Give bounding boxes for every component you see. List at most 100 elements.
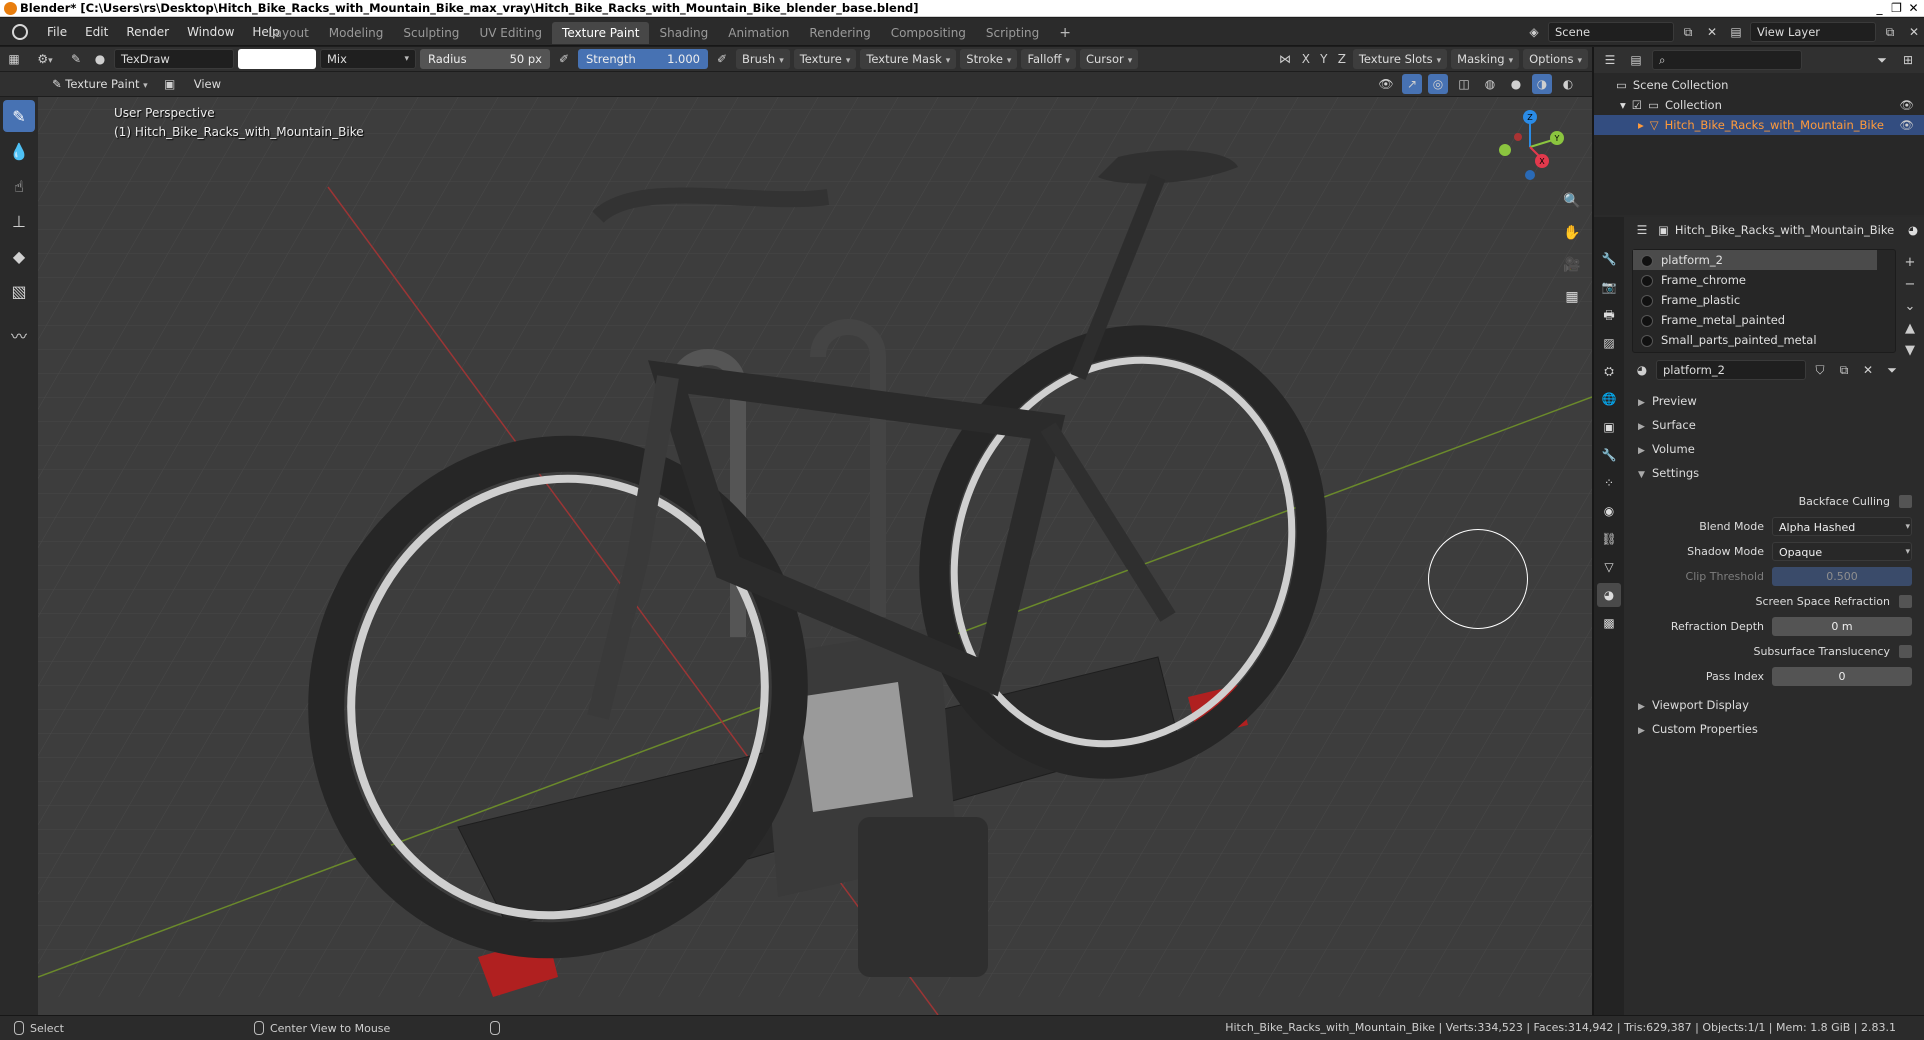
masking-menu[interactable]: Masking ▾ (1451, 49, 1520, 69)
tab-rendering[interactable]: Rendering (799, 22, 880, 44)
restore-button[interactable]: ❐ (1888, 0, 1905, 16)
filter-icon[interactable]: ⏷ (1872, 50, 1892, 70)
blend-mode-dropdown[interactable]: Mix ▾ (320, 49, 416, 69)
annotate-tool-icon[interactable]: 〰 (3, 319, 35, 351)
texture-tab-icon[interactable]: ▩ (1597, 611, 1621, 635)
tab-layout[interactable]: Layout (258, 22, 319, 44)
outliner-row-object[interactable]: ▸ ▽ Hitch_Bike_Racks_with_Mountain_Bike 👁 (1594, 115, 1924, 135)
object-tab-icon[interactable]: ▣ (1597, 415, 1621, 439)
tab-uv-editing[interactable]: UV Editing (469, 22, 552, 44)
xray-icon[interactable]: ◫ (1454, 74, 1474, 94)
outliner-row-scene-collection[interactable]: ▭ Scene Collection (1594, 75, 1924, 95)
blend-mode-select[interactable]: Alpha Hashed ▾ (1772, 517, 1912, 536)
navigation-gizmo[interactable]: Z Y X (1490, 107, 1570, 187)
brush-menu[interactable]: Brush ▾ (736, 49, 790, 69)
options-menu[interactable]: Options ▾ (1523, 49, 1588, 69)
slot-specials-icon[interactable]: ⌄ (1900, 297, 1920, 317)
brush-name-field[interactable]: TexDraw (114, 49, 234, 69)
cursor-menu[interactable]: Cursor ▾ (1079, 49, 1139, 69)
material-slot-row[interactable]: Frame_plastic (1633, 290, 1895, 310)
brush-icon[interactable]: ✎ (66, 49, 86, 69)
properties-editor-icon[interactable]: ☰ (1632, 220, 1652, 240)
panel-preview[interactable]: ▶ Preview (1626, 389, 1924, 413)
duplicate-material-icon[interactable]: ⧉ (1834, 360, 1854, 380)
mirror-icon[interactable]: ⋈ (1275, 49, 1295, 69)
brush-color-swatch[interactable] (238, 49, 316, 69)
menu-file[interactable]: File (38, 25, 76, 39)
tool-tab-icon[interactable]: 🔧 (1597, 247, 1621, 271)
solid-shading-icon[interactable]: ● (1506, 74, 1526, 94)
collapse-arrow-icon[interactable]: ▸ (1638, 115, 1644, 135)
outliner-editor-icon[interactable]: ☰ (1600, 50, 1620, 70)
fill-tool-icon[interactable]: ◆ (3, 240, 35, 272)
panel-surface[interactable]: ▶ Surface (1626, 413, 1924, 437)
draw-tool-icon[interactable]: ✎ (3, 100, 35, 132)
outliner-search-input[interactable]: ⌕ (1652, 50, 1802, 70)
tab-scripting[interactable]: Scripting (976, 22, 1049, 44)
world-tab-icon[interactable]: 🌐 (1597, 387, 1621, 411)
strength-pressure-icon[interactable]: ✐ (712, 49, 732, 69)
panel-volume[interactable]: ▶ Volume (1626, 437, 1924, 461)
backface-culling-checkbox[interactable] (1899, 495, 1912, 508)
shadow-mode-select[interactable]: Opaque ▾ (1772, 542, 1912, 561)
overlay-toggle-icon[interactable]: ◎ (1428, 74, 1448, 94)
mode-dropdown[interactable]: ✎ Texture Paint ▾ (46, 74, 154, 94)
constraints-tab-icon[interactable]: ⛓ (1597, 527, 1621, 551)
physics-tab-icon[interactable]: ◉ (1597, 499, 1621, 523)
texture-mask-menu[interactable]: Texture Mask ▾ (860, 49, 957, 69)
tab-sculpting[interactable]: Sculpting (393, 22, 469, 44)
material-name-field[interactable]: platform_2 (1656, 360, 1806, 380)
subsurface-checkbox[interactable] (1899, 645, 1912, 658)
view-layer-tab-icon[interactable]: ▨ (1597, 331, 1621, 355)
add-workspace-icon[interactable]: + (1049, 22, 1081, 44)
close-button[interactable]: ✕ (1905, 0, 1922, 16)
refraction-depth-field[interactable]: 0 m (1772, 617, 1912, 636)
move-up-icon[interactable]: ▲ (1900, 319, 1920, 339)
scene-icon[interactable]: ◈ (1524, 22, 1544, 42)
rendered-shading-icon[interactable]: ◐ (1558, 74, 1578, 94)
material-slot-row[interactable]: Small_parts_painted_metal (1633, 330, 1895, 350)
mirror-y-toggle[interactable]: Y (1317, 49, 1331, 69)
eye-icon[interactable]: 👁 (1899, 115, 1914, 135)
tab-compositing[interactable]: Compositing (881, 22, 976, 44)
editor-type-icon[interactable]: ▦ (4, 49, 24, 69)
mirror-x-toggle[interactable]: X (1299, 49, 1313, 69)
delete-scene-icon[interactable]: ✕ (1702, 22, 1722, 42)
data-tab-icon[interactable]: ▽ (1597, 555, 1621, 579)
minimize-button[interactable]: _ (1871, 0, 1888, 16)
wireframe-shading-icon[interactable]: ◍ (1480, 74, 1500, 94)
browse-material-icon[interactable]: ◕ (1632, 360, 1652, 380)
tab-shading[interactable]: Shading (649, 22, 718, 44)
material-slot-row[interactable]: Frame_chrome (1633, 270, 1895, 290)
remove-slot-button[interactable]: − (1900, 275, 1920, 295)
soften-tool-icon[interactable]: 💧 (3, 135, 35, 167)
menu-edit[interactable]: Edit (76, 25, 117, 39)
expand-arrow-icon[interactable]: ▾ (1620, 95, 1626, 115)
fake-user-shield-icon[interactable]: ⛉ (1810, 360, 1830, 380)
tool-settings-icon[interactable]: ⚙▾ (28, 49, 62, 69)
modifier-tab-icon[interactable]: 🔧 (1597, 443, 1621, 467)
pan-hand-icon[interactable]: ✋ (1560, 221, 1584, 245)
view-menu[interactable]: View (186, 77, 229, 91)
collection-checkbox[interactable]: ☑ (1632, 95, 1642, 115)
eye-icon[interactable]: 👁 (1899, 95, 1914, 115)
new-collection-icon[interactable]: ⊞ (1898, 50, 1918, 70)
material-shading-icon[interactable]: ◑ (1532, 74, 1552, 94)
particles-tab-icon[interactable]: ⁘ (1597, 471, 1621, 495)
delete-view-layer-icon[interactable]: ✕ (1904, 22, 1924, 42)
material-slot-row[interactable]: platform_2 (1633, 250, 1877, 270)
gizmo-toggle-icon[interactable]: ↗ (1402, 74, 1422, 94)
material-filter-icon[interactable]: ⏷ (1882, 360, 1902, 380)
new-scene-icon[interactable]: ⧉ (1678, 22, 1698, 42)
ssr-checkbox[interactable] (1899, 595, 1912, 608)
clip-threshold-slider[interactable]: 0.500 (1772, 567, 1912, 586)
clone-tool-icon[interactable]: ⊥ (3, 205, 35, 237)
visibility-icon[interactable]: 👁 (1376, 74, 1396, 94)
unlink-material-icon[interactable]: ✕ (1858, 360, 1878, 380)
panel-viewport-display[interactable]: ▶ Viewport Display (1626, 693, 1924, 717)
mirror-z-toggle[interactable]: Z (1335, 49, 1349, 69)
render-tab-icon[interactable]: 📷 (1597, 275, 1621, 299)
falloff-menu[interactable]: Falloff ▾ (1021, 49, 1076, 69)
strength-slider[interactable]: Strength 1.000 (578, 49, 708, 69)
radius-slider[interactable]: Radius 50 px (420, 49, 550, 69)
